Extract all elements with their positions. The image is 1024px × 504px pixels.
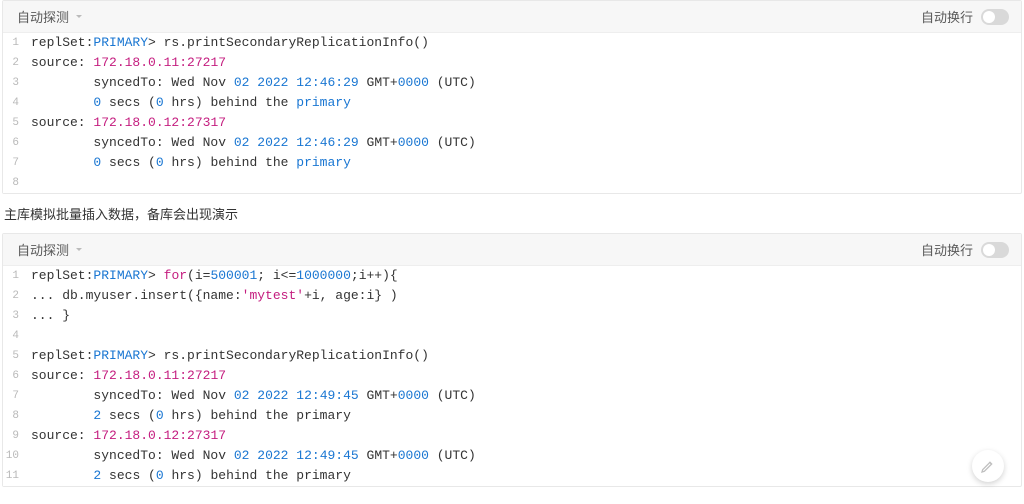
line-number: 4	[3, 326, 25, 346]
code-line: 4 0 secs (0 hrs) behind the primary	[3, 93, 1021, 113]
line-number: 7	[3, 386, 25, 406]
code-content: 2 secs (0 hrs) behind the primary	[25, 466, 1021, 486]
language-detect-dropdown[interactable]: 自动探测	[17, 7, 82, 26]
line-number: 8	[3, 406, 25, 426]
code-content: source: 172.18.0.11:27217	[25, 53, 1021, 73]
language-detect-dropdown[interactable]: 自动探测	[17, 240, 82, 259]
code-content: 0 secs (0 hrs) behind the primary	[25, 93, 1021, 113]
code-line: 4	[3, 326, 1021, 346]
code-line: 10 syncedTo: Wed Nov 02 2022 12:49:45 GM…	[3, 446, 1021, 466]
wrap-toggle[interactable]	[981, 242, 1009, 258]
code-line: 2... db.myuser.insert({name:'mytest'+i, …	[3, 286, 1021, 306]
code-content: ... }	[25, 306, 1021, 326]
code-content: replSet:PRIMARY> rs.printSecondaryReplic…	[25, 346, 1021, 366]
line-number: 5	[3, 113, 25, 133]
section-caption: 主库模拟批量插入数据，备库会出现演示	[0, 198, 1024, 229]
code-line: 5replSet:PRIMARY> rs.printSecondaryRepli…	[3, 346, 1021, 366]
line-number: 6	[3, 366, 25, 386]
pencil-icon	[980, 458, 996, 474]
code-content: 0 secs (0 hrs) behind the primary	[25, 153, 1021, 173]
code-line: 8 2 secs (0 hrs) behind the primary	[3, 406, 1021, 426]
code-block-1: 自动探测 自动换行 1replSet:PRIMARY> rs.printSeco…	[2, 0, 1022, 194]
line-number: 6	[3, 133, 25, 153]
code-line: 5source: 172.18.0.12:27317	[3, 113, 1021, 133]
toolbar-right: 自动换行	[921, 240, 1009, 259]
line-number: 1	[3, 266, 25, 286]
line-number: 5	[3, 346, 25, 366]
code-block-2: 自动探测 自动换行 1replSet:PRIMARY> for(i=500001…	[2, 233, 1022, 487]
code-content: source: 172.18.0.12:27317	[25, 426, 1021, 446]
code-line: 6source: 172.18.0.11:27217	[3, 366, 1021, 386]
code-content: ... db.myuser.insert({name:'mytest'+i, a…	[25, 286, 1021, 306]
wrap-label: 自动换行	[921, 240, 973, 259]
line-number: 2	[3, 286, 25, 306]
code-toolbar: 自动探测 自动换行	[3, 1, 1021, 33]
page: 自动探测 自动换行 1replSet:PRIMARY> rs.printSeco…	[0, 0, 1024, 487]
code-line: 1replSet:PRIMARY> for(i=500001; i<=10000…	[3, 266, 1021, 286]
wrap-label: 自动换行	[921, 7, 973, 26]
code-content: 2 secs (0 hrs) behind the primary	[25, 406, 1021, 426]
chevron-down-icon	[76, 15, 82, 18]
code-area-2[interactable]: 1replSet:PRIMARY> for(i=500001; i<=10000…	[3, 266, 1021, 486]
code-content: replSet:PRIMARY> rs.printSecondaryReplic…	[25, 33, 1021, 53]
code-content	[25, 326, 1021, 346]
code-content: syncedTo: Wed Nov 02 2022 12:46:29 GMT+0…	[25, 73, 1021, 93]
code-line: 1replSet:PRIMARY> rs.printSecondaryRepli…	[3, 33, 1021, 53]
code-content	[25, 173, 1021, 193]
code-area-1[interactable]: 1replSet:PRIMARY> rs.printSecondaryRepli…	[3, 33, 1021, 193]
code-line: 6 syncedTo: Wed Nov 02 2022 12:46:29 GMT…	[3, 133, 1021, 153]
code-line: 3 syncedTo: Wed Nov 02 2022 12:46:29 GMT…	[3, 73, 1021, 93]
code-line: 7 0 secs (0 hrs) behind the primary	[3, 153, 1021, 173]
code-line: 2source: 172.18.0.11:27217	[3, 53, 1021, 73]
code-content: syncedTo: Wed Nov 02 2022 12:46:29 GMT+0…	[25, 133, 1021, 153]
line-number: 7	[3, 153, 25, 173]
wrap-toggle[interactable]	[981, 9, 1009, 25]
detect-label: 自动探测	[17, 240, 69, 259]
line-number: 11	[3, 466, 25, 486]
line-number: 3	[3, 73, 25, 93]
code-content: source: 172.18.0.12:27317	[25, 113, 1021, 133]
code-content: replSet:PRIMARY> for(i=500001; i<=100000…	[25, 266, 1021, 286]
line-number: 2	[3, 53, 25, 73]
code-line: 9source: 172.18.0.12:27317	[3, 426, 1021, 446]
line-number: 8	[3, 173, 25, 193]
code-content: source: 172.18.0.11:27217	[25, 366, 1021, 386]
detect-label: 自动探测	[17, 7, 69, 26]
line-number: 1	[3, 33, 25, 53]
line-number: 10	[3, 446, 25, 466]
code-content: syncedTo: Wed Nov 02 2022 12:49:45 GMT+0…	[25, 446, 1021, 466]
toolbar-right: 自动换行	[921, 7, 1009, 26]
code-line: 3... }	[3, 306, 1021, 326]
line-number: 4	[3, 93, 25, 113]
code-toolbar: 自动探测 自动换行	[3, 234, 1021, 266]
line-number: 3	[3, 306, 25, 326]
code-content: syncedTo: Wed Nov 02 2022 12:49:45 GMT+0…	[25, 386, 1021, 406]
chevron-down-icon	[76, 248, 82, 251]
code-line: 7 syncedTo: Wed Nov 02 2022 12:49:45 GMT…	[3, 386, 1021, 406]
code-line: 8	[3, 173, 1021, 193]
help-fab[interactable]	[972, 450, 1004, 482]
code-line: 11 2 secs (0 hrs) behind the primary	[3, 466, 1021, 486]
line-number: 9	[3, 426, 25, 446]
